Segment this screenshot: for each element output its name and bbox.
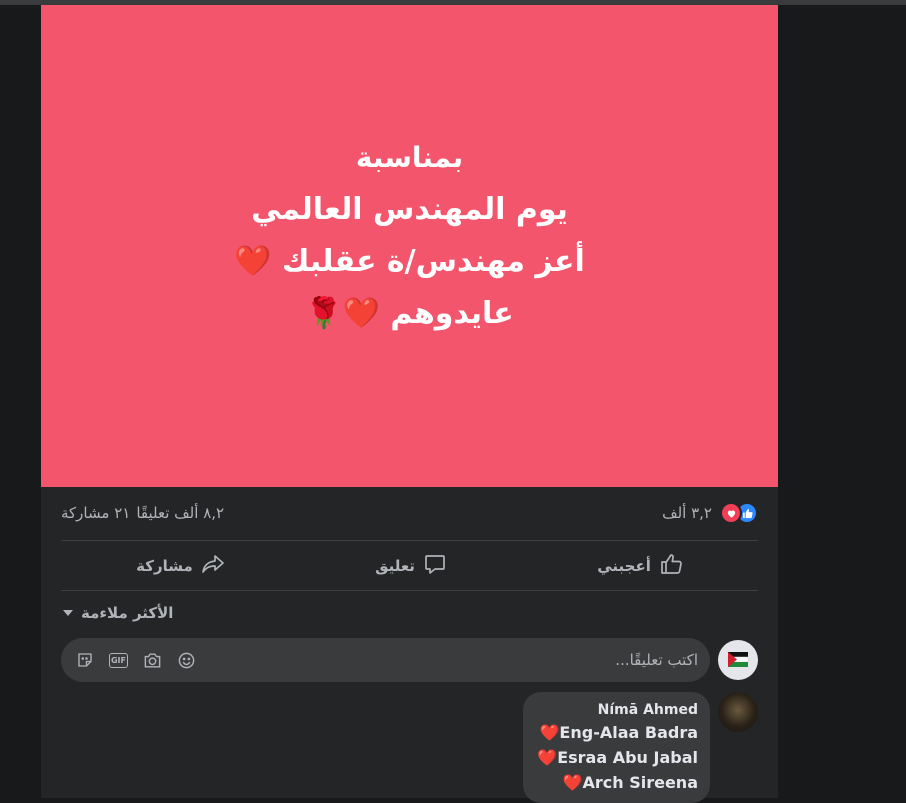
- post-card: بمناسبة يوم المهندس العالمي أعز مهندس/ة …: [41, 5, 778, 803]
- comment-mention[interactable]: ❤️Esraa Abu Jabal: [537, 745, 698, 770]
- emoji-icon[interactable]: [176, 650, 196, 670]
- post-stats: ٨,٢ ألف تعليقًا ٢١ مشاركة ٣,٢ ألف: [61, 495, 758, 531]
- divider: [61, 590, 758, 591]
- sort-label: الأكثر ملاءمة: [81, 604, 174, 622]
- comment-mention[interactable]: ❤️Eng-Alaa Badra: [537, 720, 699, 745]
- camera-icon[interactable]: [142, 650, 162, 670]
- share-button[interactable]: مشاركة: [122, 544, 239, 588]
- comment-sort-dropdown[interactable]: الأكثر ملاءمة: [63, 603, 173, 623]
- like-label: أعجبني: [597, 557, 651, 575]
- share-label: مشاركة: [136, 557, 193, 575]
- love-reaction-icon: [720, 502, 742, 524]
- comment-author[interactable]: Nímā Ahmed: [537, 702, 698, 718]
- post-actions: أعجبني تعليق مشاركة: [61, 543, 758, 589]
- shares-count[interactable]: ٢١ مشاركة: [61, 504, 130, 522]
- like-icon: [659, 552, 683, 580]
- avatar[interactable]: [718, 640, 758, 680]
- sticker-icon[interactable]: [75, 650, 95, 670]
- gif-icon[interactable]: GIF: [109, 652, 128, 668]
- divider: [61, 540, 758, 541]
- reaction-icons: [720, 502, 758, 524]
- post-image[interactable]: بمناسبة يوم المهندس العالمي أعز مهندس/ة …: [41, 5, 778, 487]
- caret-down-icon: [63, 610, 73, 616]
- comments-count[interactable]: ٨,٢ ألف تعليقًا: [136, 504, 224, 522]
- avatar[interactable]: [718, 692, 758, 732]
- comment-label: تعليق: [375, 557, 415, 575]
- comment-placeholder: اكتب تعليقًا...: [615, 651, 698, 669]
- comment-input[interactable]: اكتب تعليقًا... GIF: [61, 638, 710, 682]
- post-text-line: يوم المهندس العالمي: [251, 192, 568, 227]
- comment-composer: اكتب تعليقًا... GIF: [61, 637, 758, 683]
- flag-avatar-icon: [727, 652, 749, 667]
- comment-icon: [423, 552, 447, 580]
- engagement-counts: ٨,٢ ألف تعليقًا ٢١ مشاركة: [61, 504, 224, 522]
- post-text-line: بمناسبة: [355, 141, 464, 174]
- like-button[interactable]: أعجبني: [583, 544, 697, 588]
- reactions-count: ٣,٢ ألف: [662, 504, 712, 522]
- comment-item: Nímā Ahmed ❤️Eng-Alaa Badra ❤️Esraa Abu …: [523, 692, 758, 803]
- reactions-summary[interactable]: ٣,٢ ألف: [662, 502, 758, 524]
- post-text-line: أعز مهندس/ة عقلبك ❤️: [234, 244, 585, 279]
- comment-button[interactable]: تعليق: [361, 544, 461, 588]
- composer-tools: GIF: [75, 650, 196, 670]
- post-text-line: عايدوهم ❤️🌹: [305, 296, 514, 331]
- comment-mention[interactable]: ❤️Arch Sireena: [537, 770, 698, 795]
- share-icon: [201, 552, 225, 580]
- comment-bubble: Nímā Ahmed ❤️Eng-Alaa Badra ❤️Esraa Abu …: [523, 692, 710, 803]
